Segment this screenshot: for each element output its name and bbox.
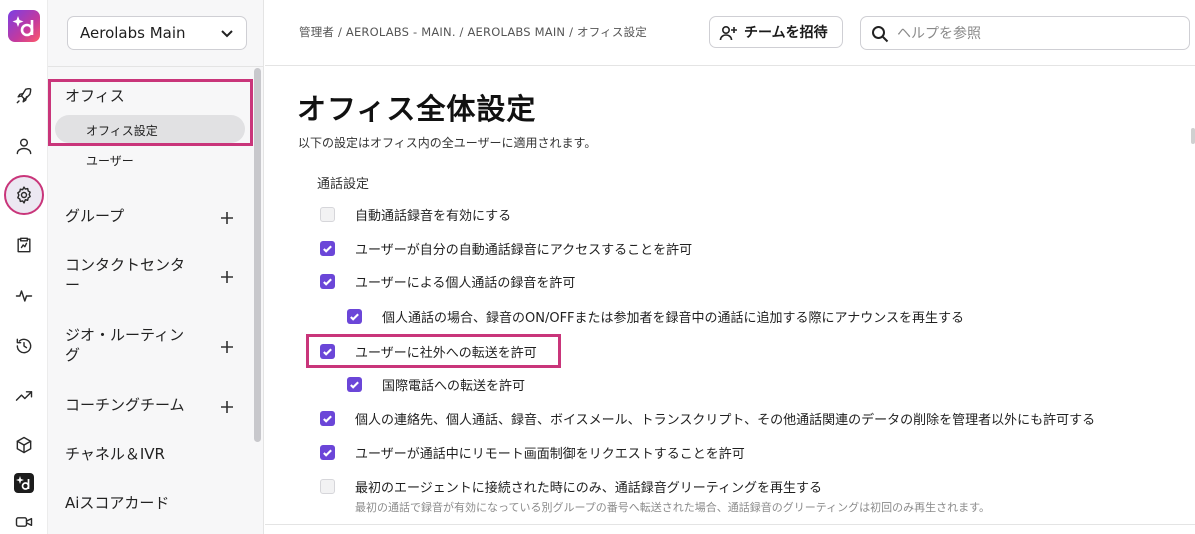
- divider: [265, 524, 1195, 525]
- check-icon: [350, 380, 359, 389]
- workspace-name: Aerolabs Main: [80, 24, 186, 42]
- video-icon[interactable]: [12, 510, 36, 534]
- page-title: オフィス全体設定: [297, 92, 537, 126]
- person-icon[interactable]: [12, 134, 36, 158]
- cube-icon[interactable]: [12, 433, 36, 457]
- check-icon: [323, 277, 332, 286]
- gear-icon[interactable]: [12, 183, 36, 207]
- app-logo[interactable]: [8, 10, 40, 42]
- option-label: 自動通話録音を有効にする: [355, 208, 512, 224]
- sidebar-item-users[interactable]: ユーザー: [86, 152, 134, 169]
- check-icon: [323, 414, 332, 423]
- brand-icon[interactable]: [14, 473, 34, 493]
- setting-option[interactable]: 個人通話の場合、録音のON/OFFまたは参加者を録音中の通話に追加する際にアナウ…: [347, 306, 964, 326]
- add-user-icon: [718, 23, 738, 43]
- checkbox[interactable]: [320, 478, 335, 494]
- search-placeholder: ヘルプを参照: [897, 26, 981, 42]
- option-label: 個人通話の場合、録音のON/OFFまたは参加者を録音中の通話に追加する際にアナウ…: [382, 310, 965, 326]
- checkbox[interactable]: [320, 410, 335, 426]
- checkbox[interactable]: [347, 376, 362, 392]
- setting-option[interactable]: ユーザーが自分の自動通話録音にアクセスすることを許可: [320, 238, 692, 258]
- sidebar-item-coaching-team[interactable]: コーチングチーム: [65, 395, 185, 415]
- checkbox[interactable]: [320, 444, 335, 460]
- clipboard-icon[interactable]: [12, 233, 36, 257]
- trending-icon[interactable]: [12, 384, 36, 408]
- setting-option[interactable]: 個人の連絡先、個人通話、録音、ボイスメール、トランスクリプト、その他通話関連のデ…: [320, 408, 1095, 428]
- option-label: ユーザーが自分の自動通話録音にアクセスすることを許可: [355, 242, 693, 258]
- highlight-box: [306, 334, 561, 368]
- plus-icon[interactable]: [220, 210, 234, 224]
- check-icon: [323, 244, 332, 253]
- sidebar-item-channels-ivr[interactable]: チャネル＆IVR: [65, 444, 165, 464]
- settings-sidebar: Aerolabs Main オフィス オフィス設定 ユーザー グループ コンタク…: [48, 0, 264, 534]
- app-root: Aerolabs Main オフィス オフィス設定 ユーザー グループ コンタク…: [0, 0, 1195, 534]
- plus-icon[interactable]: [220, 269, 234, 283]
- workspace-selector[interactable]: Aerolabs Main: [67, 16, 247, 50]
- option-label: ユーザーによる個人通話の録音を許可: [355, 275, 576, 291]
- sidebar-item-contact-center[interactable]: コンタクトセンタ ー: [65, 255, 215, 295]
- sidebar-scrollbar[interactable]: [254, 68, 261, 442]
- check-icon: [350, 312, 359, 321]
- section-label-call-settings: 通話設定: [317, 177, 370, 192]
- option-label: 国際電話への転送を許可: [382, 378, 526, 394]
- highlight-box: [48, 79, 253, 146]
- top-bar: 管理者 / AEROLABS - MAIN. / AEROLABS MAIN /…: [265, 0, 1195, 66]
- plus-icon[interactable]: [220, 399, 234, 413]
- main-scroll-indicator[interactable]: [1191, 128, 1195, 144]
- history-icon[interactable]: [12, 334, 36, 358]
- checkbox[interactable]: [320, 206, 335, 222]
- divider: [48, 66, 264, 67]
- option-label: 個人の連絡先、個人通話、録音、ボイスメール、トランスクリプト、その他通話関連のデ…: [355, 412, 1096, 428]
- checkbox[interactable]: [320, 240, 335, 256]
- plus-icon[interactable]: [220, 339, 234, 353]
- setting-option[interactable]: 国際電話への転送を許可: [347, 374, 525, 394]
- help-search-input[interactable]: ヘルプを参照: [860, 16, 1190, 50]
- main-content: オフィス全体設定 以下の設定はオフィス内の全ユーザーに適用されます。 通話設定 …: [265, 66, 1195, 534]
- setting-option[interactable]: ユーザーによる個人通話の録音を許可: [320, 271, 575, 291]
- option-help-text: 最初の通話で録音が有効になっている別グループの番号へ転送された場合、通話録音のグ…: [355, 501, 991, 514]
- icon-rail: [0, 0, 48, 534]
- invite-team-label: チームを招待: [744, 25, 828, 41]
- option-label: 最初のエージェントに接続された時にのみ、通話録音グリーティングを再生する: [355, 480, 822, 496]
- checkbox[interactable]: [347, 308, 362, 324]
- rocket-icon[interactable]: [12, 84, 36, 108]
- search-icon: [871, 25, 889, 43]
- activity-icon[interactable]: [12, 284, 36, 308]
- setting-option[interactable]: 最初のエージェントに接続された時にのみ、通話録音グリーティングを再生する: [320, 476, 822, 496]
- chevron-down-icon: [220, 26, 234, 40]
- checkbox[interactable]: [320, 273, 335, 289]
- page-description: 以下の設定はオフィス内の全ユーザーに適用されます。: [298, 136, 597, 150]
- setting-option[interactable]: 自動通話録音を有効にする: [320, 204, 511, 224]
- sidebar-item-ai-scorecard[interactable]: Aiスコアカード: [65, 493, 169, 513]
- breadcrumb[interactable]: 管理者 / AEROLABS - MAIN. / AEROLABS MAIN /…: [299, 24, 647, 40]
- option-label: ユーザーが通話中にリモート画面制御をリクエストすることを許可: [355, 446, 745, 462]
- sidebar-item-geo-routing[interactable]: ジオ・ルーティン グ: [65, 325, 215, 365]
- invite-team-button[interactable]: チームを招待: [709, 16, 843, 48]
- sidebar-item-groups[interactable]: グループ: [65, 206, 124, 226]
- check-icon: [323, 448, 332, 457]
- setting-option[interactable]: ユーザーが通話中にリモート画面制御をリクエストすることを許可: [320, 442, 745, 462]
